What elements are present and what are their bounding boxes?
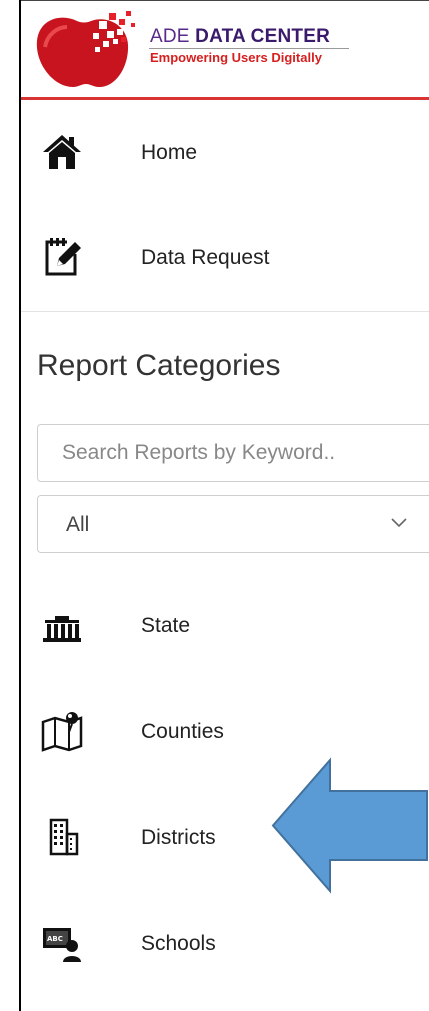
category-label-state: State — [141, 614, 191, 637]
category-filter-select[interactable]: All — [37, 495, 429, 553]
state-building-icon — [43, 616, 81, 642]
report-categories-title: Report Categories — [37, 349, 281, 382]
section-divider — [21, 311, 429, 312]
map-pin-icon — [41, 712, 83, 752]
nav-label-home: Home — [141, 141, 198, 164]
app-window: ADE DATA CENTER Empowering Users Digital… — [0, 0, 429, 1011]
classroom-teacher-icon: ABC — [43, 928, 81, 962]
logo-subtitle: Empowering Users Digitally — [150, 50, 322, 65]
logo-title-bold: DATA CENTER — [195, 26, 330, 47]
logo-title: ADE DATA CENTER — [150, 26, 330, 48]
logo-underline — [149, 48, 349, 49]
home-icon — [43, 135, 81, 169]
category-item-state[interactable]: State — [21, 596, 429, 656]
nav-label-data-request: Data Request — [141, 246, 270, 269]
category-item-schools[interactable]: ABC Schools — [21, 914, 429, 974]
sidebar-header: ADE DATA CENTER Empowering Users Digital… — [21, 1, 429, 100]
ade-apple-logo[interactable] — [33, 7, 138, 91]
category-item-counties[interactable]: Counties — [21, 702, 429, 762]
svg-text:ABC: ABC — [47, 935, 63, 943]
nav-item-data-request[interactable]: Data Request — [21, 228, 429, 288]
logo-title-prefix: ADE — [150, 26, 190, 47]
category-label-counties: Counties — [141, 720, 224, 743]
report-search-input[interactable] — [37, 424, 429, 482]
edit-form-icon — [45, 238, 81, 276]
category-label-districts: Districts — [141, 826, 216, 849]
chevron-down-icon — [391, 518, 407, 528]
annotation-arrow — [271, 757, 428, 894]
office-building-icon — [49, 818, 79, 856]
category-label-schools: Schools — [141, 932, 216, 955]
nav-item-home[interactable]: Home — [21, 123, 429, 183]
category-filter-value: All — [66, 513, 90, 536]
